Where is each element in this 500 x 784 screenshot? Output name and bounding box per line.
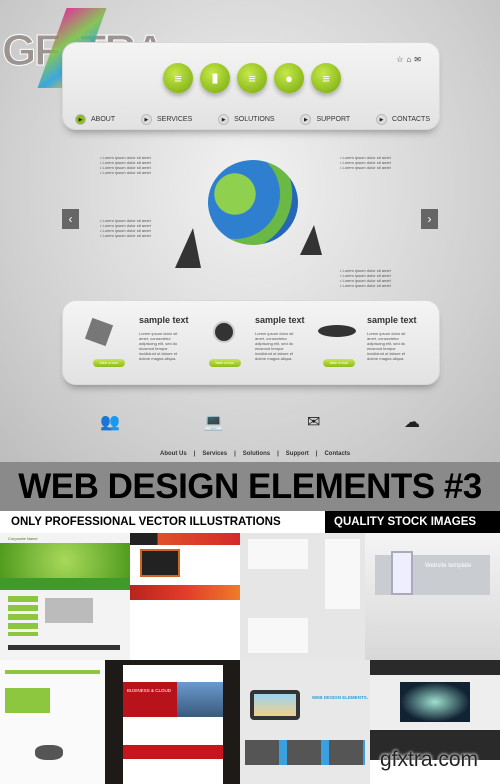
envelope-icon: ✉ [307, 414, 321, 431]
globe-icon [208, 160, 298, 245]
header-panel: ☆ ⌂ ✉ ≡ ▮ ≡ ● ≡ ▶ ABOUT ▶ SERVICES ▶ SOLUTION… [62, 42, 440, 130]
thumbnail-website-template: Website template [365, 533, 500, 660]
thumbnail-business-cloud: BUSINESS & CLOUD [105, 660, 240, 784]
take-a-tour-button[interactable]: take a tour [93, 359, 125, 367]
stopwatch-icon [213, 321, 235, 343]
footer-link[interactable]: Support [286, 451, 309, 457]
nav-about[interactable]: ▶ ABOUT [75, 114, 115, 125]
laptop-icon: 💻 [203, 414, 224, 431]
nav-support[interactable]: ▶ SUPPORT [300, 114, 350, 125]
chat-icon[interactable]: ● [274, 63, 304, 93]
thumbnail-gray-elements [240, 533, 365, 660]
thumbnail-red-site [130, 533, 240, 660]
thumbnail-web-elements: WEB DESIGN ELEMENTS. [240, 660, 370, 784]
nav-solutions[interactable]: ▶ SOLUTIONS [218, 114, 275, 125]
text-icon[interactable]: ≡ [163, 63, 193, 93]
play-icon: ▶ [140, 114, 152, 125]
nav-contacts[interactable]: ▶ CONTACTS [376, 114, 430, 125]
play-icon: ▶ [218, 114, 230, 125]
chat-bubbles-icon [318, 325, 356, 337]
footer-nav: About Us | Services | Solutions | Support | … [160, 451, 351, 457]
tagline-left: ONLY PROFESSIONAL VECTOR ILLUSTRATIONS [0, 511, 325, 533]
mail-icon[interactable]: ✉ [414, 55, 421, 64]
sailboat-icon [300, 225, 322, 255]
thumbnail-green-site: Corporate Name [0, 533, 130, 660]
play-icon: ▶ [376, 114, 388, 125]
slider-prev-button[interactable]: ‹ [62, 209, 79, 229]
footer-link[interactable]: Contacts [324, 451, 350, 457]
play-icon: ▶ [300, 114, 312, 125]
slider-next-button[interactable]: › [421, 209, 438, 229]
take-a-tour-button[interactable]: take a tour [323, 359, 355, 367]
sailboat-icon [175, 228, 201, 268]
text-icon[interactable]: ≡ [237, 63, 267, 93]
footer-link[interactable]: Solutions [243, 451, 270, 457]
hero-preview: GF TRA .COM ☆⌂✉ ≡ ▮ ≡ ● ≡ ▶ABOUT ▶SERVIC… [0, 0, 500, 462]
thumbnail-dashboard [0, 660, 105, 784]
home-icon[interactable]: ⌂ [406, 55, 411, 64]
star-icon[interactable]: ☆ [396, 55, 403, 64]
footer-link[interactable]: Services [202, 451, 227, 457]
banner-title: WEB DESIGN ELEMENTS #3 [18, 467, 482, 506]
text-icon[interactable]: ≡ [311, 63, 341, 93]
watermark: gfxtra.com [380, 748, 479, 771]
banner: WEB DESIGN ELEMENTS #3 [0, 462, 500, 512]
tagline-right: QUALITY STOCK IMAGES [325, 511, 500, 533]
footer-link[interactable]: About Us [160, 451, 187, 457]
nav-services[interactable]: ▶ SERVICES [140, 114, 192, 125]
users-icon: 👥 [100, 414, 120, 431]
cloud-icon: ☁ [403, 414, 420, 431]
play-icon: ▶ [75, 114, 86, 125]
take-a-tour-button[interactable]: take a tour [209, 359, 241, 367]
document-icon[interactable]: ▮ [200, 63, 230, 93]
envelope-icon [84, 317, 114, 347]
features-panel: take a tour sample text Lorem ipsum dolo… [62, 300, 440, 385]
